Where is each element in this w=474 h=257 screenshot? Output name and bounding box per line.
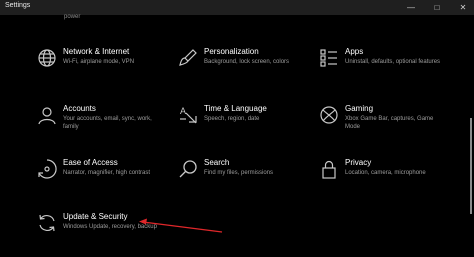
globe-icon — [36, 47, 58, 69]
tile-search[interactable]: Search Find my files, permissions — [177, 158, 297, 190]
tile-name: Accounts — [63, 104, 96, 113]
maximize-button[interactable]: □ — [424, 0, 450, 15]
paintbrush-icon — [177, 47, 199, 69]
time-language-icon: A — [177, 104, 199, 126]
tile-name: Ease of Access — [63, 158, 118, 167]
svg-text:A: A — [180, 106, 186, 116]
tile-ease-of-access[interactable]: Ease of Access Narrator, magnifier, high… — [36, 158, 156, 190]
apps-list-icon — [318, 47, 340, 69]
scrollbar[interactable] — [470, 118, 472, 214]
tile-description: Uninstall, defaults, optional features — [345, 59, 441, 65]
title-bar: Settings — □ ✕ — [0, 0, 474, 15]
tile-time-language[interactable]: A Time & Language Speech, region, date — [177, 104, 297, 134]
tile-privacy[interactable]: Privacy Location, camera, microphone — [318, 158, 438, 190]
ease-of-access-icon — [36, 158, 58, 180]
tile-description: Background, lock screen, colors — [204, 59, 290, 65]
minimize-button[interactable]: — — [398, 0, 424, 15]
tile-description: Location, camera, microphone — [345, 170, 426, 176]
close-button[interactable]: ✕ — [450, 0, 474, 15]
tile-name: Network & Internet — [63, 47, 130, 56]
tile-name: Time & Language — [204, 104, 267, 113]
tile-personalization[interactable]: Personalization Background, lock screen,… — [177, 47, 297, 77]
tile-name: Update & Security — [63, 212, 128, 221]
tile-description: Find my files, permissions — [204, 170, 274, 176]
partial-row-text: power — [64, 14, 81, 20]
tile-name: Privacy — [345, 158, 372, 167]
xbox-icon — [318, 104, 340, 126]
search-icon — [177, 158, 199, 180]
tile-name: Search — [204, 158, 230, 167]
tile-description: Wi-Fi, airplane mode, VPN — [63, 59, 135, 65]
tile-gaming[interactable]: Gaming Xbox Game Bar, captures, Game Mod… — [318, 104, 438, 134]
tile-description: Your accounts, email, sync, work, family — [63, 116, 152, 130]
tile-update-security[interactable]: Update & Security Windows Update, recove… — [36, 212, 157, 244]
tile-accounts[interactable]: Accounts Your accounts, email, sync, wor… — [36, 104, 156, 134]
tile-description: Windows Update, recovery, backup — [63, 224, 157, 230]
person-icon — [36, 104, 58, 126]
tile-apps[interactable]: Apps Uninstall, defaults, optional featu… — [318, 47, 440, 77]
update-sync-icon — [36, 212, 58, 234]
tile-description: Xbox Game Bar, captures, Game Mode — [345, 116, 434, 130]
lock-icon — [318, 158, 340, 180]
window-title: Settings — [5, 2, 31, 9]
tile-description: Narrator, magnifier, high contrast — [63, 170, 151, 176]
tile-network-internet[interactable]: Network & Internet Wi-Fi, airplane mode,… — [36, 47, 156, 77]
tile-description: Speech, region, date — [204, 116, 260, 122]
tile-name: Gaming — [345, 104, 374, 113]
tile-name: Personalization — [204, 47, 259, 56]
tile-name: Apps — [345, 47, 364, 56]
